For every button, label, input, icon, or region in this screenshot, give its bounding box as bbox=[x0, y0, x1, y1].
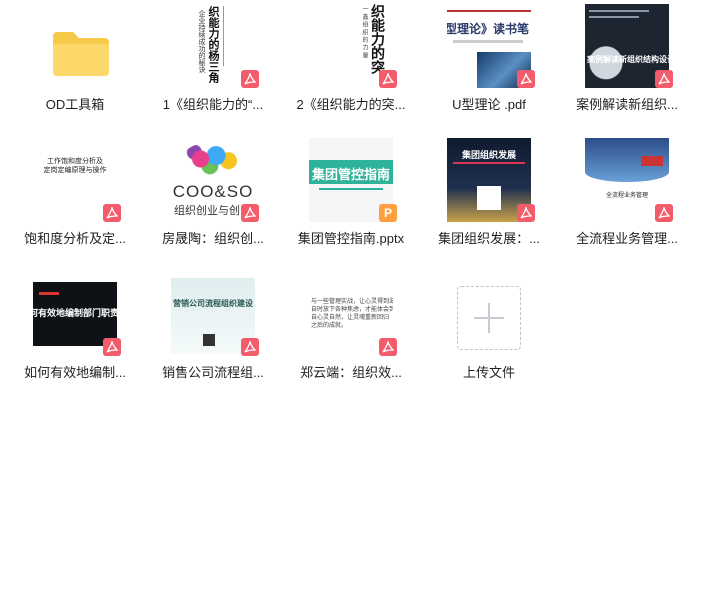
pdf-icon bbox=[241, 70, 259, 88]
cover-title: 织能力的突 bbox=[370, 4, 386, 74]
cover-subtitle: 组织创业与创 bbox=[174, 205, 240, 217]
file-name: 集团管控指南.pptx bbox=[297, 231, 405, 246]
pdf-icon bbox=[103, 204, 121, 222]
file-name: 房晟陶：组织创... bbox=[162, 231, 264, 246]
file-name: 案例解读新组织... bbox=[576, 97, 678, 112]
cover-title: 全流程业务管理 bbox=[605, 193, 648, 199]
cover-title: 营销公司流程组织建设 bbox=[173, 299, 253, 308]
file-tile-full-process[interactable]: 全流程业务管理 全流程业务管理... bbox=[558, 138, 696, 268]
plus-icon[interactable] bbox=[457, 286, 521, 350]
file-name: 如何有效地编制... bbox=[24, 365, 126, 380]
cover-line-2: 定岗定编原理与操作 bbox=[43, 167, 107, 174]
pdf-icon bbox=[379, 338, 397, 356]
cover-title: 案例解读新组织结构设计 bbox=[587, 55, 669, 64]
file-tile-dept-duties[interactable]: 何有效地编制部门职责 如何有效地编制... bbox=[6, 272, 144, 402]
cover-title: 型理论》读书笔 bbox=[447, 22, 530, 36]
cover-title: 集团管控指南 bbox=[311, 167, 390, 182]
file-tile-group-org-dev[interactable]: 集团组织发展 集团组织发展：... bbox=[420, 138, 558, 268]
file-name: 1《组织能力的“... bbox=[162, 97, 264, 112]
cover-art bbox=[182, 142, 244, 176]
file-tile-zuzhi-nengli-1[interactable]: 织能力的杨三角 企业持续成功的秘诀 1《组织能力的“... bbox=[144, 4, 282, 134]
file-tile-group-control[interactable]: 集团管控指南 P 集团管控指南.pptx bbox=[282, 138, 420, 268]
cover-title: 织能力的杨三角 bbox=[207, 6, 219, 83]
folder-thumbnail bbox=[33, 8, 117, 92]
pdf-icon bbox=[517, 204, 535, 222]
pdf-thumbnail: 何有效地编制部门职责 bbox=[33, 282, 117, 346]
cover-line-4: 之后的成就。 bbox=[311, 323, 348, 329]
cover-title: 集团组织发展 bbox=[461, 150, 516, 160]
pdf-icon bbox=[655, 70, 673, 88]
pdf-icon bbox=[103, 338, 121, 356]
file-tile-zuzhi-nengli-2[interactable]: 织能力的突 一 鑫 组 织 的 力 量 2《组织能力的突... bbox=[282, 4, 420, 134]
file-tile-case-new-org[interactable]: 案例解读新组织结构设计 案例解读新组织... bbox=[558, 4, 696, 134]
pdf-icon bbox=[241, 338, 259, 356]
folder-icon bbox=[53, 32, 109, 76]
file-tile-od-toolbox[interactable]: OD工具箱 bbox=[6, 4, 144, 134]
file-name: 饱和度分析及定... bbox=[24, 231, 126, 246]
ppt-icon: P bbox=[379, 204, 397, 222]
file-name: U型理论 .pdf bbox=[452, 97, 526, 112]
file-tile-sales-process[interactable]: 营销公司流程组织建设 销售公司流程组... bbox=[144, 272, 282, 402]
cover-subtitle: 一 鑫 组 织 的 力 量 bbox=[361, 6, 367, 59]
file-name: 2《组织能力的突... bbox=[296, 97, 406, 112]
file-tile-u-theory[interactable]: 型理论》读书笔 U型理论 .pdf bbox=[420, 4, 558, 134]
cover-title: COO&SO bbox=[172, 182, 254, 201]
file-name: 全流程业务管理... bbox=[576, 231, 678, 246]
pdf-icon bbox=[655, 204, 673, 222]
pdf-icon bbox=[241, 204, 259, 222]
file-name: 销售公司流程组... bbox=[162, 365, 264, 380]
cover-subtitle: 企业持续成功的秘诀 bbox=[198, 10, 205, 73]
upload-label: 上传文件 bbox=[462, 365, 515, 380]
cover-title: 何有效地编制部门职责 bbox=[33, 308, 117, 318]
file-tile-saturation[interactable]: 工作饱和度分析及 定岗定编原理与操作 饱和度分析及定... bbox=[6, 138, 144, 268]
file-name: 郑云端：组织效... bbox=[300, 365, 402, 380]
pdf-icon bbox=[517, 70, 535, 88]
file-tile-fang-shengtao[interactable]: COO&SO 组织创业与创 房晟陶：组织创... bbox=[144, 138, 282, 268]
file-tile-zheng-yunduan[interactable]: 与一些管理实战，让心灵得到滋养， 自时放下各种焦虑，才能体会到做 自心灵自然，让… bbox=[282, 272, 420, 402]
pdf-icon bbox=[379, 70, 397, 88]
file-name: OD工具箱 bbox=[45, 97, 105, 112]
file-name: 集团组织发展：... bbox=[438, 231, 540, 246]
